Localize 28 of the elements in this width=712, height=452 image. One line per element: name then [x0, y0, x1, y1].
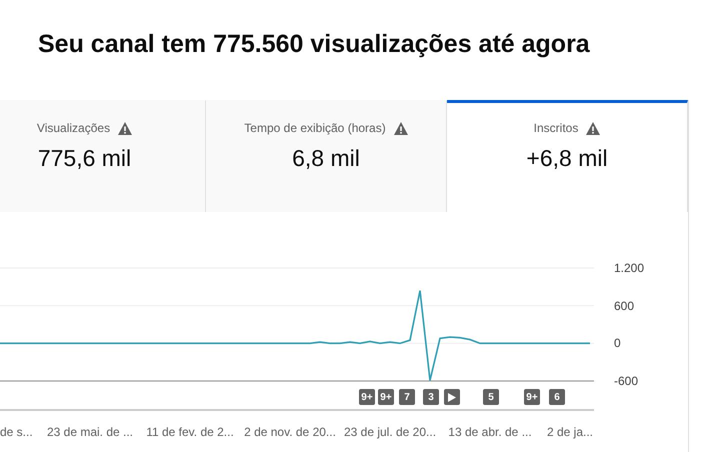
y-axis-label: 0	[614, 337, 621, 350]
y-axis-label: 1.200	[614, 262, 644, 274]
event-marker[interactable]: 5	[483, 389, 499, 405]
x-axis-label: 23 de jul. de 20...	[344, 424, 436, 441]
metric-label: Tempo de exibição (horas)	[244, 120, 386, 137]
metric-label: Visualizações	[36, 120, 110, 137]
x-axis-label: 13 de abr. de ...	[448, 424, 532, 441]
event-marker[interactable]: 9+	[524, 389, 540, 405]
x-axis-label: 23 de mai. de ...	[46, 424, 134, 441]
event-marker[interactable]: 9+	[359, 389, 375, 405]
metric-tab[interactable]: Inscritos +6,8 mil	[447, 100, 688, 212]
x-axis-label: 2 de ja...	[546, 424, 594, 441]
x-axis-label: 11 de fev. de 2...	[146, 424, 234, 441]
y-axis-label: 600	[614, 300, 634, 312]
metric-value: +6,8 mil	[526, 144, 608, 173]
metric-value: 775,6 mil	[38, 144, 132, 173]
x-axis-label: 2 de nov. de 20...	[244, 424, 336, 441]
event-marker[interactable]: 3	[423, 389, 439, 405]
event-marker[interactable]: 7	[399, 389, 415, 405]
metric-value: 6,8 mil	[292, 144, 360, 173]
event-marker[interactable]: 9+	[378, 389, 394, 405]
page-title: Seu canal tem 775.560 visualizações até agora	[38, 29, 590, 60]
x-axis-label: de s...	[0, 424, 33, 441]
y-axis-label: -600	[614, 375, 638, 387]
metric-tab[interactable]: Visualizações 775,6 mil	[0, 100, 206, 212]
event-marker[interactable]: 6	[549, 389, 565, 405]
metric-label: Inscritos	[534, 120, 578, 137]
metric-tab[interactable]: Tempo de exibição (horas) 6,8 mil	[206, 100, 447, 212]
